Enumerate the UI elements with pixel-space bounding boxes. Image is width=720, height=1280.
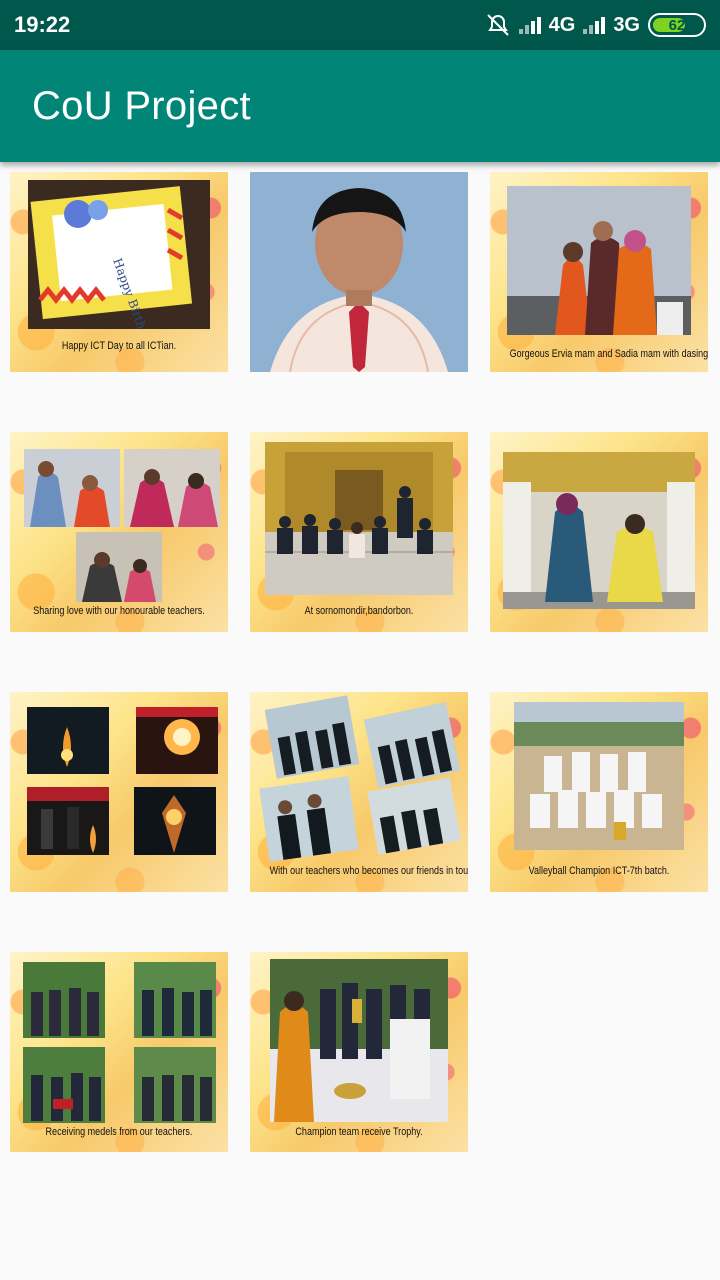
portrait-photo xyxy=(250,172,468,372)
app-title: CoU Project xyxy=(32,83,251,128)
campfire-photo-4 xyxy=(134,787,216,855)
photo-grid: Happy Birth Day Happy ICT Day to all ICT… xyxy=(0,162,720,1280)
mute-icon xyxy=(486,14,509,36)
card-caption: With our teachers who becomes our friend… xyxy=(269,865,468,877)
gallery-card[interactable] xyxy=(10,692,228,892)
card-caption: Valleyball Champion ICT-7th batch. xyxy=(528,865,670,877)
campfire-photo-2 xyxy=(136,707,218,774)
network-type-1: 4G xyxy=(548,13,576,36)
card-caption: Champion team receive Trophy. xyxy=(295,1126,423,1138)
tour-photo-4 xyxy=(367,777,461,855)
gallery-card[interactable]: Receiving medels from our teachers. xyxy=(10,952,228,1152)
volleyball-team-photo xyxy=(514,702,684,850)
medal-photo-4 xyxy=(134,1047,216,1123)
gallery-card[interactable]: With our teachers who becomes our friend… xyxy=(250,692,468,892)
gallery-card[interactable]: Happy Birth Day Happy ICT Day to all ICT… xyxy=(10,172,228,372)
card-caption: Sharing love with our honourable teacher… xyxy=(33,605,205,617)
sharing-photo-3 xyxy=(76,532,162,602)
app-bar: CoU Project xyxy=(0,50,720,162)
status-bar: 19:22 4G 3G 62 xyxy=(0,0,720,50)
status-time: 19:22 xyxy=(14,12,71,37)
gallery-card[interactable]: At sornomondir,bandorbon. xyxy=(250,432,468,632)
gallery-card[interactable]: Gorgeous Ervia mam and Sadia mam with da… xyxy=(490,172,708,372)
tour-photo-3 xyxy=(259,776,359,862)
tour-photo-2 xyxy=(363,702,461,788)
gallery-card[interactable] xyxy=(490,432,708,632)
medal-photo-2 xyxy=(134,962,216,1038)
gallery-card[interactable] xyxy=(250,172,468,372)
group-photo xyxy=(507,186,691,335)
trophy-team-photo xyxy=(270,959,448,1122)
medal-photo-3 xyxy=(23,1047,105,1123)
signal-icon xyxy=(583,16,606,34)
battery-level: 62 xyxy=(668,16,686,34)
gallery-card[interactable]: Valleyball Champion ICT-7th batch. xyxy=(490,692,708,892)
cake-photo: Happy Birth Day xyxy=(28,180,210,329)
card-caption: Happy ICT Day to all ICTian. xyxy=(61,340,177,352)
gallery-card[interactable]: Champion team receive Trophy. xyxy=(250,952,468,1152)
campfire-photo-3 xyxy=(27,787,109,855)
sharing-photo-2 xyxy=(124,449,220,527)
card-caption: At sornomondir,bandorbon. xyxy=(304,605,414,617)
temple-group-photo xyxy=(265,442,453,595)
card-caption: Gorgeous Ervia mam and Sadia mam with da… xyxy=(509,348,708,360)
tour-photo-1 xyxy=(264,695,360,779)
gallery-card[interactable]: Sharing love with our honourable teacher… xyxy=(10,432,228,632)
signal-icon xyxy=(518,16,541,34)
campfire-photo-1 xyxy=(27,707,109,774)
sharing-photo-1 xyxy=(24,449,120,527)
card-caption: Receiving medels from our teachers. xyxy=(45,1126,193,1138)
network-type-2: 3G xyxy=(613,13,640,36)
medal-photo-1 xyxy=(23,962,105,1038)
temple-steps-photo xyxy=(503,452,695,609)
status-icons: 4G 3G 62 xyxy=(485,12,706,38)
battery-icon: 62 xyxy=(648,13,706,37)
